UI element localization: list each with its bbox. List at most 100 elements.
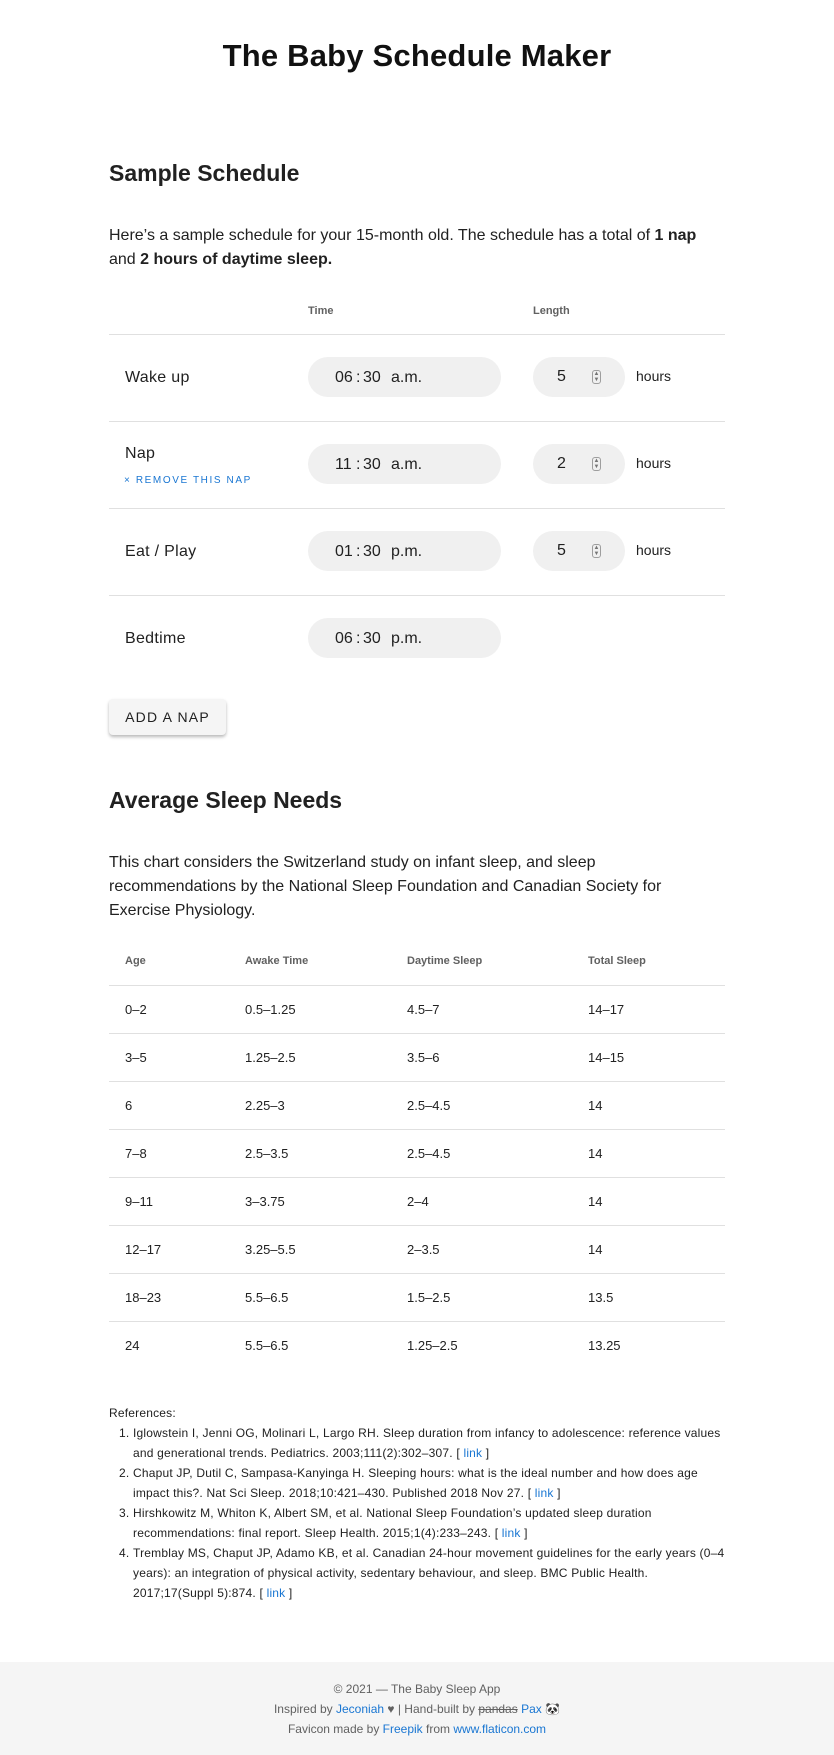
cell-daytime: 2–3.5 (391, 1224, 572, 1273)
pax-link[interactable]: Pax (521, 1702, 542, 1716)
table-row: 9–11 3–3.75 2–4 14 (109, 1176, 725, 1225)
reference-item: Iglowstein I, Jenni OG, Molinari L, Larg… (133, 1423, 725, 1463)
spinner-icon[interactable]: ▲ ▼ (592, 544, 601, 558)
schedule-row-bedtime: Bedtime 06:30 p.m. (109, 595, 725, 682)
length-unit: hours (636, 368, 672, 384)
schedule-row-nap: Nap × Remove this nap 11:30 a.m. 2 ▲ ▼ hou… (109, 421, 725, 508)
cell-daytime: 2–4 (391, 1176, 572, 1225)
cell-daytime: 3.5–6 (391, 1032, 572, 1081)
length-unit: hours (636, 542, 672, 558)
cell-awake: 1.25–2.5 (229, 1032, 391, 1081)
schedule-intro-block: Here’s a sample schedule for your 15-mon… (109, 224, 725, 272)
time-input-eat-play[interactable]: 01:30 p.m. (308, 531, 501, 571)
table-row: 6 2.25–3 2.5–4.5 14 (109, 1080, 725, 1129)
cell-total: 13.25 (572, 1320, 725, 1369)
ampm-field[interactable]: a.m. (391, 456, 422, 474)
table-row: 12–17 3.25–5.5 2–3.5 14 (109, 1224, 725, 1273)
cell-total: 14 (572, 1176, 725, 1225)
footer-credits: Inspired by Jeconiah ♥ | Hand-built by p… (0, 1699, 834, 1719)
cell-age: 6 (109, 1080, 229, 1129)
remove-nap-link[interactable]: × Remove this nap (124, 475, 252, 486)
minute-field[interactable]: 30 (363, 543, 381, 561)
spinner-icon[interactable]: ▲ ▼ (592, 457, 601, 471)
hour-field[interactable]: 06 (335, 630, 353, 648)
length-unit: hours (636, 455, 672, 471)
cell-awake: 2.5–3.5 (229, 1128, 391, 1177)
column-header-length: Length (533, 305, 570, 317)
hour-field[interactable]: 11 (335, 456, 352, 474)
cell-awake: 5.5–6.5 (229, 1272, 391, 1321)
spinner-icon[interactable]: ▲ ▼ (592, 370, 601, 384)
time-separator: : (356, 630, 361, 647)
time-input-bedtime[interactable]: 06:30 p.m. (308, 618, 501, 658)
table-row: 0–2 0.5–1.25 4.5–7 14–17 (109, 984, 725, 1033)
cell-total: 14 (572, 1224, 725, 1273)
length-input-nap[interactable]: 2 ▲ ▼ (533, 444, 625, 484)
reference-link[interactable]: link (267, 1586, 286, 1600)
schedule-intro-and: and (109, 251, 141, 268)
reference-text: Chaput JP, Dutil C, Sampasa-Kanyinga H. … (133, 1466, 698, 1500)
hour-field[interactable]: 01 (335, 543, 353, 561)
cell-total: 14 (572, 1080, 725, 1129)
hour-field[interactable]: 06 (335, 369, 353, 387)
footer-handbuilt-text: | Hand-built by (394, 1702, 479, 1716)
header-age: Age (125, 955, 146, 968)
cell-awake: 3–3.75 (229, 1176, 391, 1225)
cell-age: 0–2 (109, 984, 229, 1033)
row-label: Wake up (125, 369, 190, 386)
freepik-link[interactable]: Freepik (383, 1722, 423, 1736)
reference-link[interactable]: link (463, 1446, 482, 1460)
footer-favicon-text: Favicon made by (287, 1722, 383, 1736)
minute-field[interactable]: 30 (363, 456, 381, 474)
row-label: Bedtime (125, 630, 186, 647)
table-header-row: Age Awake Time Daytime Sleep Total Sleep (109, 938, 725, 985)
ampm-field[interactable]: a.m. (391, 369, 422, 387)
header-daytime-sleep: Daytime Sleep (407, 955, 483, 968)
cell-age: 24 (109, 1320, 229, 1369)
length-input-eat-play[interactable]: 5 ▲ ▼ (533, 531, 625, 571)
minute-field[interactable]: 30 (363, 369, 381, 387)
footer: © 2021 — The Baby Sleep App Inspired by … (0, 1662, 834, 1755)
cell-age: 9–11 (109, 1176, 229, 1225)
needs-intro: This chart considers the Switzerland stu… (109, 854, 662, 919)
minute-field[interactable]: 30 (363, 630, 381, 648)
reference-text: Tremblay MS, Chaput JP, Adamo KB, et al.… (133, 1546, 725, 1600)
cell-age: 3–5 (109, 1032, 229, 1081)
references-list: Iglowstein I, Jenni OG, Molinari L, Larg… (133, 1423, 725, 1603)
length-value[interactable]: 2 (557, 455, 566, 473)
cell-age: 18–23 (109, 1272, 229, 1321)
schedule-row-eat-play: Eat / Play 01:30 p.m. 5 ▲ ▼ hours (109, 508, 725, 595)
length-value[interactable]: 5 (557, 368, 566, 386)
length-input-wake-up[interactable]: 5 ▲ ▼ (533, 357, 625, 397)
cell-daytime: 4.5–7 (391, 984, 572, 1033)
needs-intro-block: This chart considers the Switzerland stu… (109, 851, 725, 923)
header-awake-time: Awake Time (245, 955, 309, 968)
row-label: Nap (125, 445, 156, 462)
ampm-field[interactable]: p.m. (391, 543, 422, 561)
cell-total: 14–17 (572, 984, 725, 1033)
needs-heading: Average Sleep Needs (109, 787, 343, 813)
cell-total: 14 (572, 1128, 725, 1177)
time-input-wake-up[interactable]: 06:30 a.m. (308, 357, 501, 397)
references: References: Iglowstein I, Jenni OG, Moli… (109, 1403, 725, 1603)
reference-link[interactable]: link (535, 1486, 554, 1500)
schedule-row-wake-up: Wake up 06:30 a.m. 5 ▲ ▼ hours (109, 334, 725, 421)
reference-link[interactable]: link (502, 1526, 521, 1540)
time-input-nap[interactable]: 11:30 a.m. (308, 444, 501, 484)
footer-copyright: © 2021 — The Baby Sleep App (333, 1682, 501, 1696)
sleep-needs-table: Age Awake Time Daytime Sleep Total Sleep… (109, 938, 725, 1369)
reference-item: Chaput JP, Dutil C, Sampasa-Kanyinga H. … (133, 1463, 725, 1503)
cell-awake: 5.5–6.5 (229, 1320, 391, 1369)
reference-text: Iglowstein I, Jenni OG, Molinari L, Larg… (133, 1426, 721, 1460)
footer-from-text: from (422, 1722, 454, 1736)
reference-item: Hirshkowitz M, Whiton K, Albert SM, et a… (133, 1503, 725, 1543)
row-label: Eat / Play (125, 543, 197, 560)
schedule-heading: Sample Schedule (109, 160, 300, 186)
add-nap-button[interactable]: ADD A NAP (109, 699, 226, 735)
ampm-field[interactable]: p.m. (391, 630, 422, 648)
length-value[interactable]: 5 (557, 542, 566, 560)
flaticon-link[interactable]: www.flaticon.com (453, 1722, 546, 1736)
cell-daytime: 2.5–4.5 (391, 1128, 572, 1177)
footer-favicon: Favicon made by Freepik from www.flatico… (0, 1719, 834, 1739)
jeconiah-link[interactable]: Jeconiah (336, 1702, 384, 1716)
